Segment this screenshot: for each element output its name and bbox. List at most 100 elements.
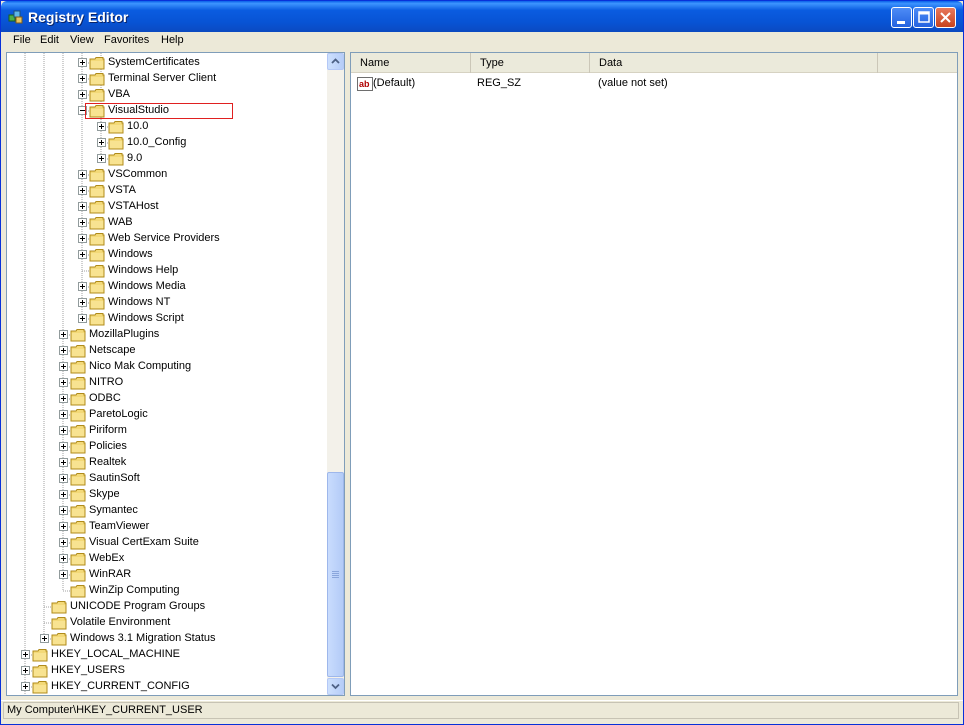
expand-toggle[interactable] bbox=[59, 570, 68, 579]
tree-node[interactable]: SystemCertificates bbox=[7, 55, 327, 71]
expand-toggle[interactable] bbox=[59, 394, 68, 403]
status-bar: My Computer\HKEY_CURRENT_USER bbox=[1, 700, 963, 720]
expand-toggle[interactable] bbox=[59, 410, 68, 419]
tree-node[interactable]: NITRO bbox=[7, 375, 327, 391]
tree-node[interactable]: Windows bbox=[7, 247, 327, 263]
maximize-button[interactable] bbox=[913, 7, 934, 28]
menu-view[interactable]: View bbox=[68, 34, 96, 46]
tree-node[interactable]: Policies bbox=[7, 439, 327, 455]
menu-help[interactable]: Help bbox=[159, 34, 186, 46]
tree-node[interactable]: VSTA bbox=[7, 183, 327, 199]
column-header-type[interactable]: Type bbox=[471, 53, 590, 73]
tree-node[interactable]: HKEY_CURRENT_CONFIG bbox=[7, 679, 327, 695]
values-list-pane[interactable]: Name Type Data ab (Default) REG_SZ (valu… bbox=[350, 52, 958, 696]
scroll-thumb[interactable] bbox=[327, 472, 344, 677]
menu-file[interactable]: File bbox=[11, 34, 33, 46]
expand-toggle[interactable] bbox=[59, 522, 68, 531]
expand-toggle[interactable] bbox=[78, 58, 87, 67]
expand-toggle[interactable] bbox=[40, 634, 49, 643]
tree-node-label: Web Service Providers bbox=[108, 232, 220, 244]
column-header-data[interactable]: Data bbox=[590, 53, 878, 73]
minimize-button[interactable] bbox=[891, 7, 912, 28]
tree-node[interactable]: ODBC bbox=[7, 391, 327, 407]
expand-toggle[interactable] bbox=[59, 538, 68, 547]
tree-node[interactable]: Piriform bbox=[7, 423, 327, 439]
tree-node[interactable]: TeamViewer bbox=[7, 519, 327, 535]
tree-vertical-scrollbar[interactable] bbox=[327, 53, 344, 695]
tree-node[interactable]: ParetoLogic bbox=[7, 407, 327, 423]
tree-node[interactable]: UNICODE Program Groups bbox=[7, 599, 327, 615]
tree-node[interactable]: WAB bbox=[7, 215, 327, 231]
tree-node[interactable]: Skype bbox=[7, 487, 327, 503]
expand-toggle[interactable] bbox=[78, 282, 87, 291]
expand-toggle[interactable] bbox=[78, 314, 87, 323]
folder-icon bbox=[70, 585, 86, 598]
expand-toggle[interactable] bbox=[59, 442, 68, 451]
tree-node[interactable]: WebEx bbox=[7, 551, 327, 567]
expand-toggle[interactable] bbox=[59, 346, 68, 355]
expand-toggle[interactable] bbox=[97, 154, 106, 163]
tree-node-label: Skype bbox=[89, 488, 120, 500]
expand-toggle[interactable] bbox=[97, 138, 106, 147]
title-bar[interactable]: Registry Editor bbox=[1, 1, 963, 32]
expand-toggle[interactable] bbox=[78, 218, 87, 227]
expand-toggle[interactable] bbox=[59, 330, 68, 339]
expand-toggle[interactable] bbox=[78, 74, 87, 83]
expand-toggle[interactable] bbox=[21, 650, 30, 659]
expand-toggle[interactable] bbox=[59, 378, 68, 387]
expand-toggle[interactable] bbox=[21, 682, 30, 691]
expand-toggle[interactable] bbox=[59, 458, 68, 467]
close-button[interactable] bbox=[935, 7, 956, 28]
expand-toggle[interactable] bbox=[97, 122, 106, 131]
tree-node[interactable]: Web Service Providers bbox=[7, 231, 327, 247]
expand-toggle[interactable] bbox=[59, 506, 68, 515]
expand-toggle[interactable] bbox=[59, 490, 68, 499]
tree-node[interactable]: HKEY_LOCAL_MACHINE bbox=[7, 647, 327, 663]
key-tree-pane[interactable]: SystemCertificates Terminal Server Client… bbox=[6, 52, 345, 696]
menu-edit[interactable]: Edit bbox=[38, 34, 61, 46]
tree-node[interactable]: 10.0_Config bbox=[7, 135, 327, 151]
menu-favorites[interactable]: Favorites bbox=[102, 34, 151, 46]
tree-node[interactable]: VSCommon bbox=[7, 167, 327, 183]
tree-node[interactable]: VSTAHost bbox=[7, 199, 327, 215]
tree-node[interactable]: WinRAR bbox=[7, 567, 327, 583]
tree-node[interactable]: Netscape bbox=[7, 343, 327, 359]
tree-node[interactable]: VBA bbox=[7, 87, 327, 103]
scroll-up-button[interactable] bbox=[327, 53, 344, 70]
scroll-down-button[interactable] bbox=[327, 678, 344, 695]
folder-icon bbox=[70, 329, 86, 342]
tree-node[interactable]: Visual CertExam Suite bbox=[7, 535, 327, 551]
tree-node[interactable]: SautinSoft bbox=[7, 471, 327, 487]
tree-node[interactable]: Terminal Server Client bbox=[7, 71, 327, 87]
tree-node[interactable]: 9.0 bbox=[7, 151, 327, 167]
tree-node[interactable]: Windows Media bbox=[7, 279, 327, 295]
value-row[interactable]: ab (Default) REG_SZ (value not set) bbox=[351, 75, 957, 93]
tree-node[interactable]: Windows NT bbox=[7, 295, 327, 311]
tree-node[interactable]: Volatile Environment bbox=[7, 615, 327, 631]
expand-toggle[interactable] bbox=[21, 666, 30, 675]
key-tree[interactable]: SystemCertificates Terminal Server Client… bbox=[7, 53, 328, 695]
expand-toggle[interactable] bbox=[78, 298, 87, 307]
tree-node[interactable]: 10.0 bbox=[7, 119, 327, 135]
tree-node[interactable]: WinZip Computing bbox=[7, 583, 327, 599]
expand-toggle[interactable] bbox=[78, 250, 87, 259]
tree-node[interactable]: Windows 3.1 Migration Status bbox=[7, 631, 327, 647]
tree-node[interactable]: MozillaPlugins bbox=[7, 327, 327, 343]
expand-toggle[interactable] bbox=[78, 234, 87, 243]
tree-node[interactable]: HKEY_USERS bbox=[7, 663, 327, 679]
expand-toggle[interactable] bbox=[59, 474, 68, 483]
tree-node[interactable]: Nico Mak Computing bbox=[7, 359, 327, 375]
expand-toggle[interactable] bbox=[78, 170, 87, 179]
tree-node[interactable]: Windows Help bbox=[7, 263, 327, 279]
tree-node[interactable]: Windows Script bbox=[7, 311, 327, 327]
tree-node[interactable]: Symantec bbox=[7, 503, 327, 519]
expand-toggle[interactable] bbox=[78, 90, 87, 99]
expand-toggle[interactable] bbox=[78, 186, 87, 195]
folder-icon bbox=[51, 601, 67, 614]
tree-node[interactable]: Realtek bbox=[7, 455, 327, 471]
expand-toggle[interactable] bbox=[59, 554, 68, 563]
expand-toggle[interactable] bbox=[59, 426, 68, 435]
expand-toggle[interactable] bbox=[78, 202, 87, 211]
expand-toggle[interactable] bbox=[59, 362, 68, 371]
column-header-name[interactable]: Name bbox=[351, 53, 471, 73]
